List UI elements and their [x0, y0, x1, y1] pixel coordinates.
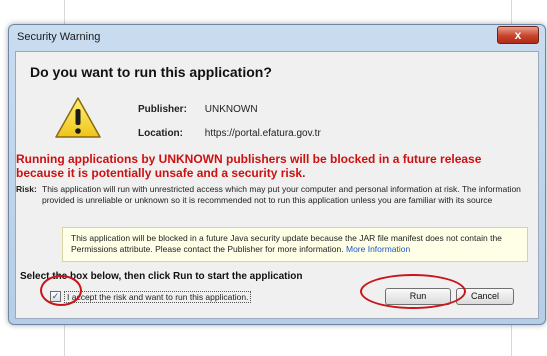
- location-row: Location: https://portal.efatura.gov.tr: [138, 128, 321, 139]
- more-information-link[interactable]: More Information: [346, 244, 410, 254]
- run-highlight-ellipse: [360, 274, 466, 309]
- manifest-note: This application will be blocked in a fu…: [62, 227, 528, 262]
- publisher-value: UNKNOWN: [204, 104, 258, 115]
- close-button[interactable]: x: [497, 26, 539, 44]
- window-title: Security Warning: [17, 31, 101, 43]
- blocking-warning-line1: Running applications by UNKNOWN publishe…: [16, 152, 482, 166]
- title-bar[interactable]: Security Warning x: [9, 25, 545, 49]
- close-icon: x: [514, 28, 522, 42]
- dialog-content: Do you want to run this application? Pub…: [15, 51, 539, 319]
- accept-risk-label[interactable]: I accept the risk and want to run this a…: [64, 291, 252, 303]
- publisher-row: Publisher: UNKNOWN: [138, 104, 258, 115]
- risk-text: This application will run with unrestric…: [42, 184, 521, 205]
- risk-label: Risk:: [16, 184, 37, 194]
- location-value: https://portal.efatura.gov.tr: [204, 128, 321, 139]
- blocking-warning: Running applications by UNKNOWN publishe…: [16, 152, 536, 180]
- warning-icon: [55, 97, 101, 138]
- blocking-warning-line2: because it is potentially unsafe and a s…: [16, 166, 306, 180]
- manifest-note-text: This application will be blocked in a fu…: [71, 233, 502, 254]
- checkbox-highlight-ellipse: [40, 275, 82, 306]
- dialog-heading: Do you want to run this application?: [30, 64, 272, 80]
- location-label: Location:: [138, 128, 183, 139]
- security-warning-dialog: Security Warning x Do you want to run th…: [8, 24, 546, 325]
- publisher-label: Publisher:: [138, 104, 187, 115]
